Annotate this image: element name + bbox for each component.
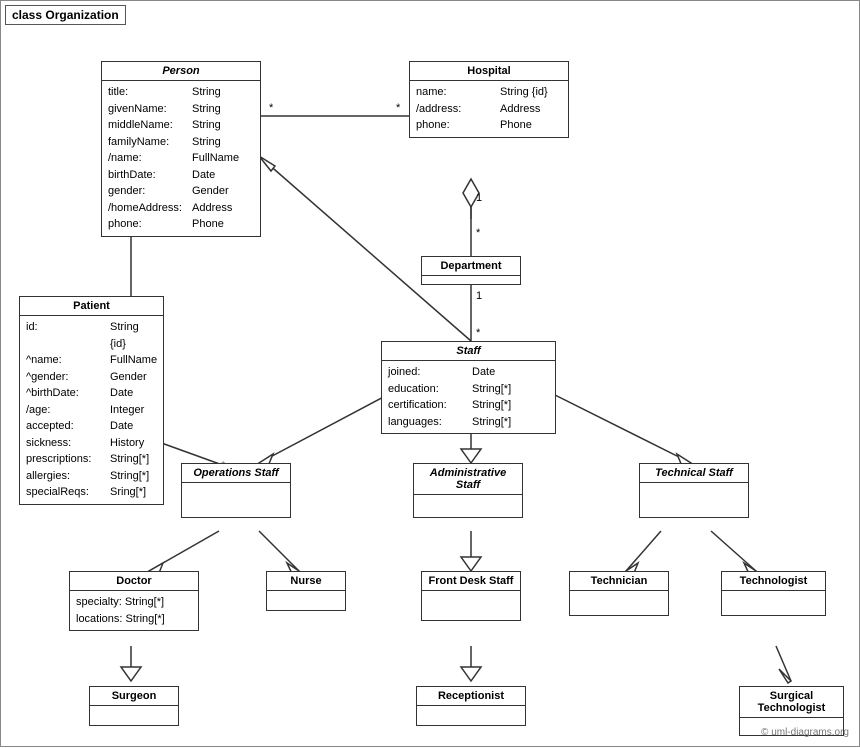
operations-staff-title: Operations Staff <box>182 464 290 483</box>
front-desk-staff-title: Front Desk Staff <box>422 572 520 591</box>
nurse-title: Nurse <box>267 572 345 591</box>
person-title: Person <box>102 62 260 81</box>
hospital-class: Hospital name:String {id} /address:Addre… <box>409 61 569 138</box>
nurse-class: Nurse <box>266 571 346 611</box>
front-desk-staff-attrs <box>422 591 520 601</box>
staff-title: Staff <box>382 342 555 361</box>
department-attrs <box>422 276 520 284</box>
nurse-attrs <box>267 591 345 601</box>
administrative-staff-attrs <box>414 495 522 503</box>
operations-staff-attrs <box>182 483 290 491</box>
department-class: Department <box>421 256 521 285</box>
front-desk-staff-class: Front Desk Staff <box>421 571 521 621</box>
svg-text:*: * <box>396 102 401 114</box>
watermark: © uml-diagrams.org <box>761 727 849 738</box>
technologist-title: Technologist <box>722 572 825 591</box>
svg-text:*: * <box>269 102 274 114</box>
operations-staff-class: Operations Staff <box>181 463 291 518</box>
receptionist-attrs <box>417 706 525 714</box>
patient-class: Patient id:String {id} ^name:FullName ^g… <box>19 296 164 505</box>
svg-text:1: 1 <box>476 192 482 204</box>
hospital-title: Hospital <box>410 62 568 81</box>
staff-class: Staff joined:Date education:String[*] ce… <box>381 341 556 434</box>
administrative-staff-class: Administrative Staff <box>413 463 523 518</box>
technician-title: Technician <box>570 572 668 591</box>
surgical-technologist-attrs <box>740 718 843 726</box>
staff-attrs: joined:Date education:String[*] certific… <box>382 361 555 433</box>
svg-text:*: * <box>476 327 481 339</box>
technician-class: Technician <box>569 571 669 616</box>
surgeon-attrs <box>90 706 178 714</box>
doctor-title: Doctor <box>70 572 198 591</box>
svg-text:1: 1 <box>476 290 482 302</box>
hospital-attrs: name:String {id} /address:Address phone:… <box>410 81 568 137</box>
patient-attrs: id:String {id} ^name:FullName ^gender:Ge… <box>20 316 163 504</box>
receptionist-title: Receptionist <box>417 687 525 706</box>
administrative-staff-title: Administrative Staff <box>414 464 522 495</box>
department-title: Department <box>422 257 520 276</box>
svg-text:*: * <box>476 227 481 239</box>
person-attrs: title:String givenName:String middleName… <box>102 81 260 236</box>
diagram-title: class Organization <box>5 5 126 25</box>
technician-attrs <box>570 591 668 601</box>
technical-staff-title: Technical Staff <box>640 464 748 483</box>
technical-staff-class: Technical Staff <box>639 463 749 518</box>
surgical-technologist-title: Surgical Technologist <box>740 687 843 718</box>
person-class: Person title:String givenName:String mid… <box>101 61 261 237</box>
surgeon-title: Surgeon <box>90 687 178 706</box>
surgeon-class: Surgeon <box>89 686 179 726</box>
patient-title: Patient <box>20 297 163 316</box>
technical-staff-attrs <box>640 483 748 491</box>
receptionist-class: Receptionist <box>416 686 526 726</box>
doctor-attrs: specialty: String[*] locations: String[*… <box>70 591 198 630</box>
uml-diagram: class Organization * * 1 * 1 * * * <box>0 0 860 747</box>
technologist-attrs <box>722 591 825 601</box>
technologist-class: Technologist <box>721 571 826 616</box>
doctor-class: Doctor specialty: String[*] locations: S… <box>69 571 199 631</box>
